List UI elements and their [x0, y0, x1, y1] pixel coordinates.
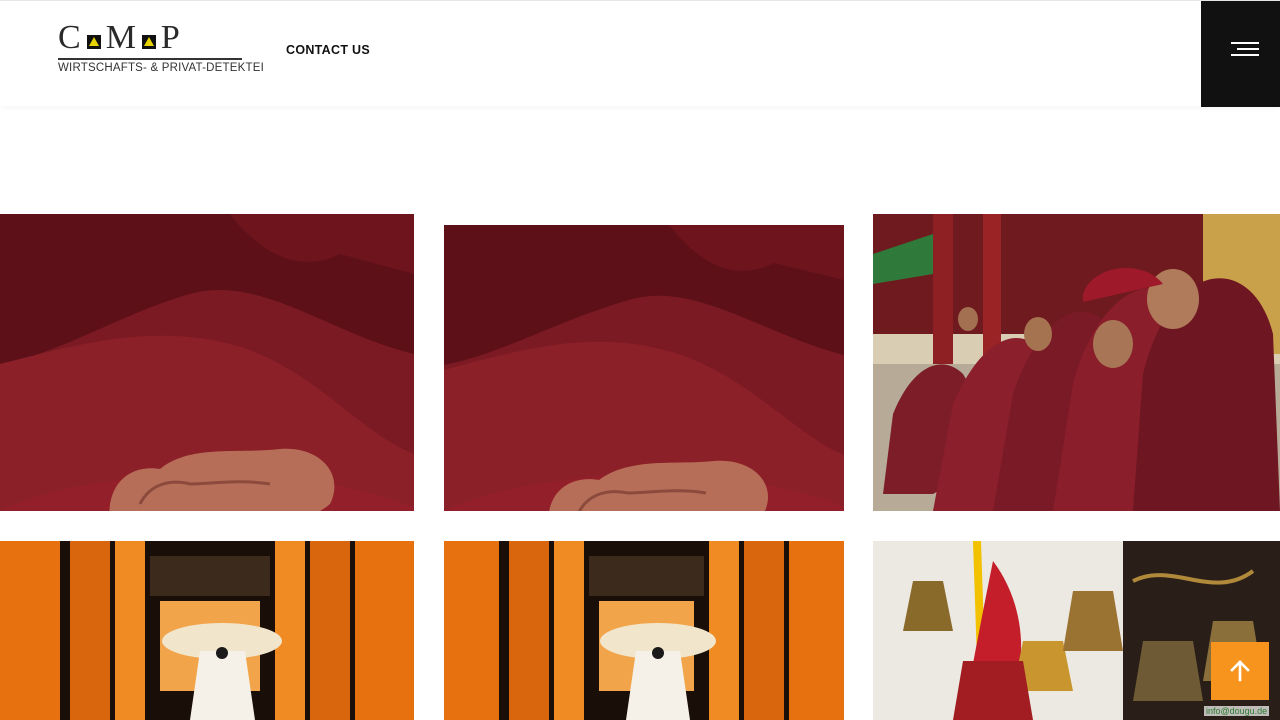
arrow-up-icon [1230, 660, 1250, 682]
torii-gates-photo-2[interactable] [444, 541, 844, 720]
logo-wordmark: C M P [58, 19, 244, 55]
torii-gates-image [444, 541, 844, 720]
scroll-to-top-button[interactable] [1211, 642, 1269, 700]
logo-letter-p: P [160, 19, 181, 56]
site-header: C M P WIRTSCHAFTS- & PRIVAT-DETEKTEI CON… [0, 0, 1280, 107]
monk-hands-image [0, 214, 414, 511]
monk-hands-photo-2[interactable] [444, 225, 844, 511]
logo-subtitle: WIRTSCHAFTS- & PRIVAT-DETEKTEI [58, 62, 264, 74]
logo-divider [58, 58, 242, 60]
menu-toggle-button[interactable] [1201, 1, 1280, 107]
logo-letter-c: C [58, 19, 82, 56]
logo-letter-m: M [105, 19, 137, 56]
torii-gates-photo-1[interactable] [0, 541, 414, 720]
logo-triangle-icon [141, 35, 156, 49]
monks-seated-photo[interactable] [873, 214, 1280, 511]
monk-hands-image [444, 225, 844, 511]
logo-triangle-icon [86, 35, 101, 49]
hamburger-icon [1231, 42, 1259, 56]
site-logo[interactable]: C M P WIRTSCHAFTS- & PRIVAT-DETEKTEI [58, 19, 264, 77]
monk-hands-photo-1[interactable] [0, 214, 414, 511]
monks-row-image [873, 214, 1280, 511]
torii-gates-image [0, 541, 414, 720]
nav-contact-link[interactable]: CONTACT US [286, 43, 370, 57]
footer-email-link[interactable]: info@dougu.de [1204, 706, 1270, 716]
